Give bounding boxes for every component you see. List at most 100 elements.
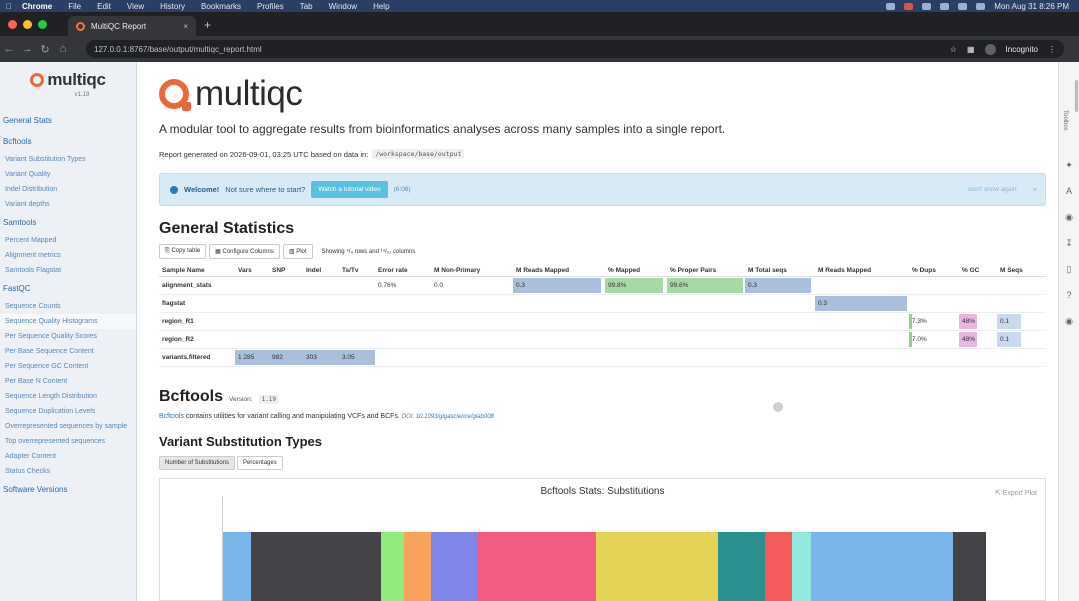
page-scrollbar[interactable] (1075, 80, 1078, 112)
menu-bookmarks[interactable]: Bookmarks (201, 2, 241, 11)
col-snp[interactable]: SNP (269, 263, 285, 277)
col-tstv[interactable]: Ts/Tv (339, 263, 359, 277)
menu-kebab-icon[interactable]: ⋮ (1048, 45, 1056, 54)
number-of-substitutions-button[interactable]: Number of Substitutions (159, 456, 236, 470)
sidebar-item-status-checks[interactable]: Status Checks (0, 464, 136, 479)
sidebar-item-samtools-flagstat[interactable]: Samtools Flagstat (0, 263, 136, 278)
bar-segment[interactable] (953, 532, 986, 601)
col-error-rate[interactable]: Error rate (375, 263, 408, 277)
reload-icon[interactable]: ↻ (36, 43, 54, 56)
bar-segment[interactable] (404, 532, 431, 601)
bcftools-link[interactable]: Bcftools (159, 413, 184, 420)
configure-columns-button[interactable]: ▦ Configure Columns (209, 244, 280, 259)
sidebar-item-sequence-counts[interactable]: Sequence Counts (0, 299, 136, 314)
doi-link[interactable]: 10.1093/gigascience/giab008 (416, 414, 494, 420)
sidebar-item-percent-mapped[interactable]: Percent Mapped (0, 233, 136, 248)
minimize-window-button[interactable] (23, 20, 32, 29)
bar-segment[interactable] (477, 532, 596, 601)
forward-icon[interactable]: → (18, 43, 36, 55)
col-proper-pairs[interactable]: % Proper Pairs (667, 263, 716, 277)
home-icon[interactable]: ⌂ (54, 43, 72, 55)
menu-profiles[interactable]: Profiles (257, 2, 284, 11)
about-icon[interactable]: ◉ (1062, 314, 1076, 328)
close-window-button[interactable] (8, 20, 17, 29)
sidebar-item-per-base-sequence-content[interactable]: Per Base Sequence Content (0, 344, 136, 359)
plot-button[interactable]: ▥ Plot (282, 244, 313, 259)
sidebar-item-variant-depths[interactable]: Variant depths (0, 197, 136, 212)
bar-segment[interactable] (251, 532, 381, 601)
sidebar-section-bcftools[interactable]: Bcftools (0, 131, 136, 152)
sidebar-logo[interactable]: multiqc (0, 70, 136, 90)
browser-tab[interactable]: MultiQC Report × (68, 16, 196, 36)
menu-file[interactable]: File (68, 2, 81, 11)
bar-segment[interactable] (765, 532, 792, 601)
extensions-icon[interactable]: ▦ (967, 45, 975, 54)
bar-segment[interactable] (381, 532, 404, 601)
rename-icon[interactable]: A (1062, 184, 1076, 198)
sidebar-section-fastqc[interactable]: FastQC (0, 278, 136, 299)
close-icon[interactable]: × (1033, 185, 1037, 194)
sidebar-item-per-sequence-gc-content[interactable]: Per Sequence GC Content (0, 359, 136, 374)
profile-label[interactable]: Incognito (1006, 45, 1038, 54)
sidebar-item-indel-distribution[interactable]: Indel Distribution (0, 182, 136, 197)
menu-edit[interactable]: Edit (97, 2, 111, 11)
sidebar-section-samtools[interactable]: Samtools (0, 212, 136, 233)
bar-segment[interactable] (223, 532, 251, 601)
bookmark-star-icon[interactable]: ☆ (950, 45, 957, 54)
col-reads-mapped-2[interactable]: M Reads Mapped (815, 263, 871, 277)
col-reads-mapped[interactable]: M Reads Mapped (513, 263, 569, 277)
dont-show-again-link[interactable]: don't show again (968, 186, 1017, 193)
help-icon[interactable]: ? (1062, 288, 1076, 302)
sidebar-section-software-versions[interactable]: Software Versions (0, 479, 136, 500)
sidebar-item-per-base-n-content[interactable]: Per Base N Content (0, 374, 136, 389)
menu-app[interactable]: Chrome (22, 2, 52, 11)
sidebar-item-sequence-length-distribution[interactable]: Sequence Length Distribution (0, 389, 136, 404)
col-indel[interactable]: Indel (303, 263, 321, 277)
export-plot-button[interactable]: ⇱ Export Plot (995, 489, 1037, 497)
col-vars[interactable]: Vars (235, 263, 252, 277)
record-icon[interactable] (904, 2, 914, 10)
tutorial-video-button[interactable]: Watch a tutorial video (311, 181, 388, 198)
menu-tab[interactable]: Tab (300, 2, 313, 11)
menu-help[interactable]: Help (373, 2, 389, 11)
sidebar-item-per-sequence-quality-scores[interactable]: Per Sequence Quality Scores (0, 329, 136, 344)
save-icon[interactable]: ▯ (1062, 262, 1076, 276)
sidebar-item-variant-quality[interactable]: Variant Quality (0, 167, 136, 182)
control-center-icon[interactable] (976, 2, 986, 10)
sidebar-item-sequence-quality-histograms[interactable]: Sequence Quality Histograms (0, 314, 136, 329)
copy-table-button[interactable]: ⎘ Copy table (159, 244, 207, 259)
menu-view[interactable]: View (127, 2, 144, 11)
stacked-bar[interactable] (222, 532, 987, 601)
battery-icon[interactable] (940, 2, 950, 10)
export-icon[interactable]: ↧ (1062, 236, 1076, 250)
highlight-icon[interactable]: ✦ (1062, 158, 1076, 172)
status-icon[interactable] (886, 2, 896, 10)
sidebar-item-overrepresented-sequences-by-sample[interactable]: Overrepresented sequences by sample (0, 419, 136, 434)
back-icon[interactable]: ← (0, 43, 18, 55)
sidebar-item-alignment-metrics[interactable]: Alignment metrics (0, 248, 136, 263)
sidebar-item-adapter-content[interactable]: Adapter Content (0, 449, 136, 464)
bar-segment[interactable] (431, 532, 477, 601)
clock[interactable]: Mon Aug 31 8:26 PM (994, 2, 1069, 11)
sidebar-item-top-overrepresented-sequences[interactable]: Top overrepresented sequences (0, 434, 136, 449)
search-icon[interactable] (958, 2, 968, 10)
percentages-button[interactable]: Percentages (237, 456, 283, 470)
sidebar-item-sequence-duplication-levels[interactable]: Sequence Duplication Levels (0, 404, 136, 419)
address-bar[interactable]: 127.0.0.1:8767/base/output/multiqc_repor… (86, 40, 1064, 58)
new-tab-icon[interactable]: + (204, 18, 211, 32)
bar-segment[interactable] (792, 532, 811, 601)
col-seqs[interactable]: M Seqs (997, 263, 1023, 277)
bar-segment[interactable] (811, 532, 953, 601)
col-sample-name[interactable]: Sample Name (159, 263, 205, 277)
col-non-primary[interactable]: M Non-Primary (431, 263, 480, 277)
wifi-icon[interactable] (922, 2, 932, 10)
col-gc[interactable]: % GC (959, 263, 979, 277)
bar-segment[interactable] (718, 532, 765, 601)
bar-segment[interactable] (596, 532, 718, 601)
zoom-window-button[interactable] (38, 20, 47, 29)
apple-icon[interactable]:  (6, 2, 12, 11)
sidebar-section-general-stats[interactable]: General Stats (0, 110, 136, 131)
toolbox-label[interactable]: Toolbox (1062, 110, 1068, 131)
col-total-seqs[interactable]: M Total seqs (745, 263, 787, 277)
menu-window[interactable]: Window (329, 2, 357, 11)
